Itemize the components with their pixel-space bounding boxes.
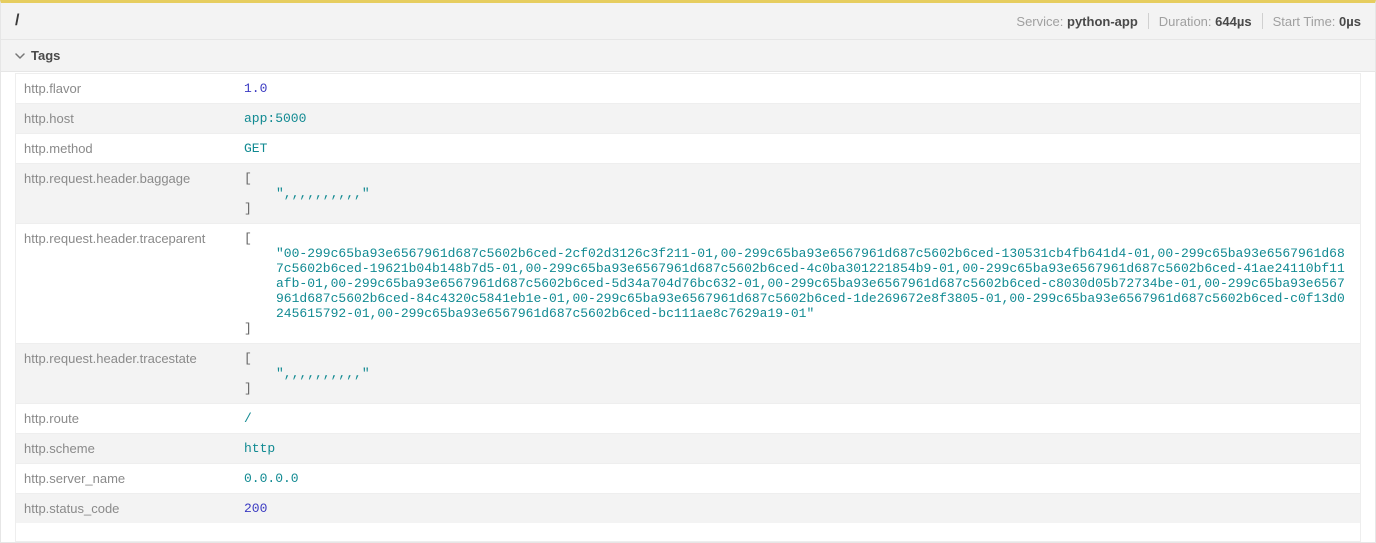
service-field: Service: python-app (1016, 14, 1137, 29)
tag-value: [",,,,,,,,,,"] (236, 344, 1360, 404)
duration-value: 644µs (1215, 14, 1251, 29)
tags-section-label: Tags (31, 48, 60, 63)
start-time-label: Start Time: (1273, 14, 1336, 29)
tag-key: http.host (16, 104, 236, 134)
table-row[interactable]: http.server_name0.0.0.0 (16, 464, 1360, 494)
tag-key: http.route (16, 404, 236, 434)
table-row[interactable]: http.route/ (16, 404, 1360, 434)
span-detail-panel: / Service: python-app Duration: 644µs St… (0, 0, 1376, 543)
tag-key: http.request.header.traceparent (16, 224, 236, 344)
tag-value: http (236, 434, 1360, 464)
span-meta: Service: python-app Duration: 644µs Star… (1016, 13, 1361, 29)
span-title: / (15, 12, 19, 30)
tag-value: 200 (236, 494, 1360, 524)
tags-body: http.flavor1.0http.hostapp:5000http.meth… (1, 72, 1375, 542)
tag-value: ["00-299c65ba93e6567961d687c5602b6ced-2c… (236, 224, 1360, 344)
tag-value: 1.0 (236, 74, 1360, 104)
table-row[interactable]: http.methodGET (16, 134, 1360, 164)
start-time-field: Start Time: 0µs (1273, 14, 1361, 29)
chevron-down-icon (15, 51, 25, 61)
table-row[interactable]: http.schemehttp (16, 434, 1360, 464)
tag-value: app:5000 (236, 104, 1360, 134)
tag-key: http.scheme (16, 434, 236, 464)
tag-key: http.request.header.tracestate (16, 344, 236, 404)
table-row[interactable]: http.request.header.tracestate[",,,,,,,,… (16, 344, 1360, 404)
duration-label: Duration: (1159, 14, 1212, 29)
tag-value: [",,,,,,,,,,"] (236, 164, 1360, 224)
table-row[interactable]: http.request.header.traceparent["00-299c… (16, 224, 1360, 344)
tag-value: 0.0.0.0 (236, 464, 1360, 494)
tag-key: http.server_name (16, 464, 236, 494)
tag-key: http.status_code (16, 494, 236, 524)
table-row[interactable]: http.flavor1.0 (16, 74, 1360, 104)
tag-value: / (236, 404, 1360, 434)
span-header: / Service: python-app Duration: 644µs St… (1, 3, 1375, 40)
meta-separator (1148, 13, 1149, 29)
service-label: Service: (1016, 14, 1063, 29)
tags-scroller[interactable]: http.flavor1.0http.hostapp:5000http.meth… (15, 73, 1361, 542)
tag-key: http.flavor (16, 74, 236, 104)
table-row[interactable]: http.status_code200 (16, 494, 1360, 524)
duration-field: Duration: 644µs (1159, 14, 1252, 29)
service-value: python-app (1067, 14, 1138, 29)
tag-key: http.method (16, 134, 236, 164)
tag-value: GET (236, 134, 1360, 164)
tag-key: http.request.header.baggage (16, 164, 236, 224)
table-row[interactable]: http.request.header.baggage[",,,,,,,,,,"… (16, 164, 1360, 224)
start-time-value: 0µs (1339, 14, 1361, 29)
meta-separator (1262, 13, 1263, 29)
tags-table: http.flavor1.0http.hostapp:5000http.meth… (16, 73, 1360, 523)
table-row[interactable]: http.hostapp:5000 (16, 104, 1360, 134)
tags-section-toggle[interactable]: Tags (1, 40, 1375, 72)
